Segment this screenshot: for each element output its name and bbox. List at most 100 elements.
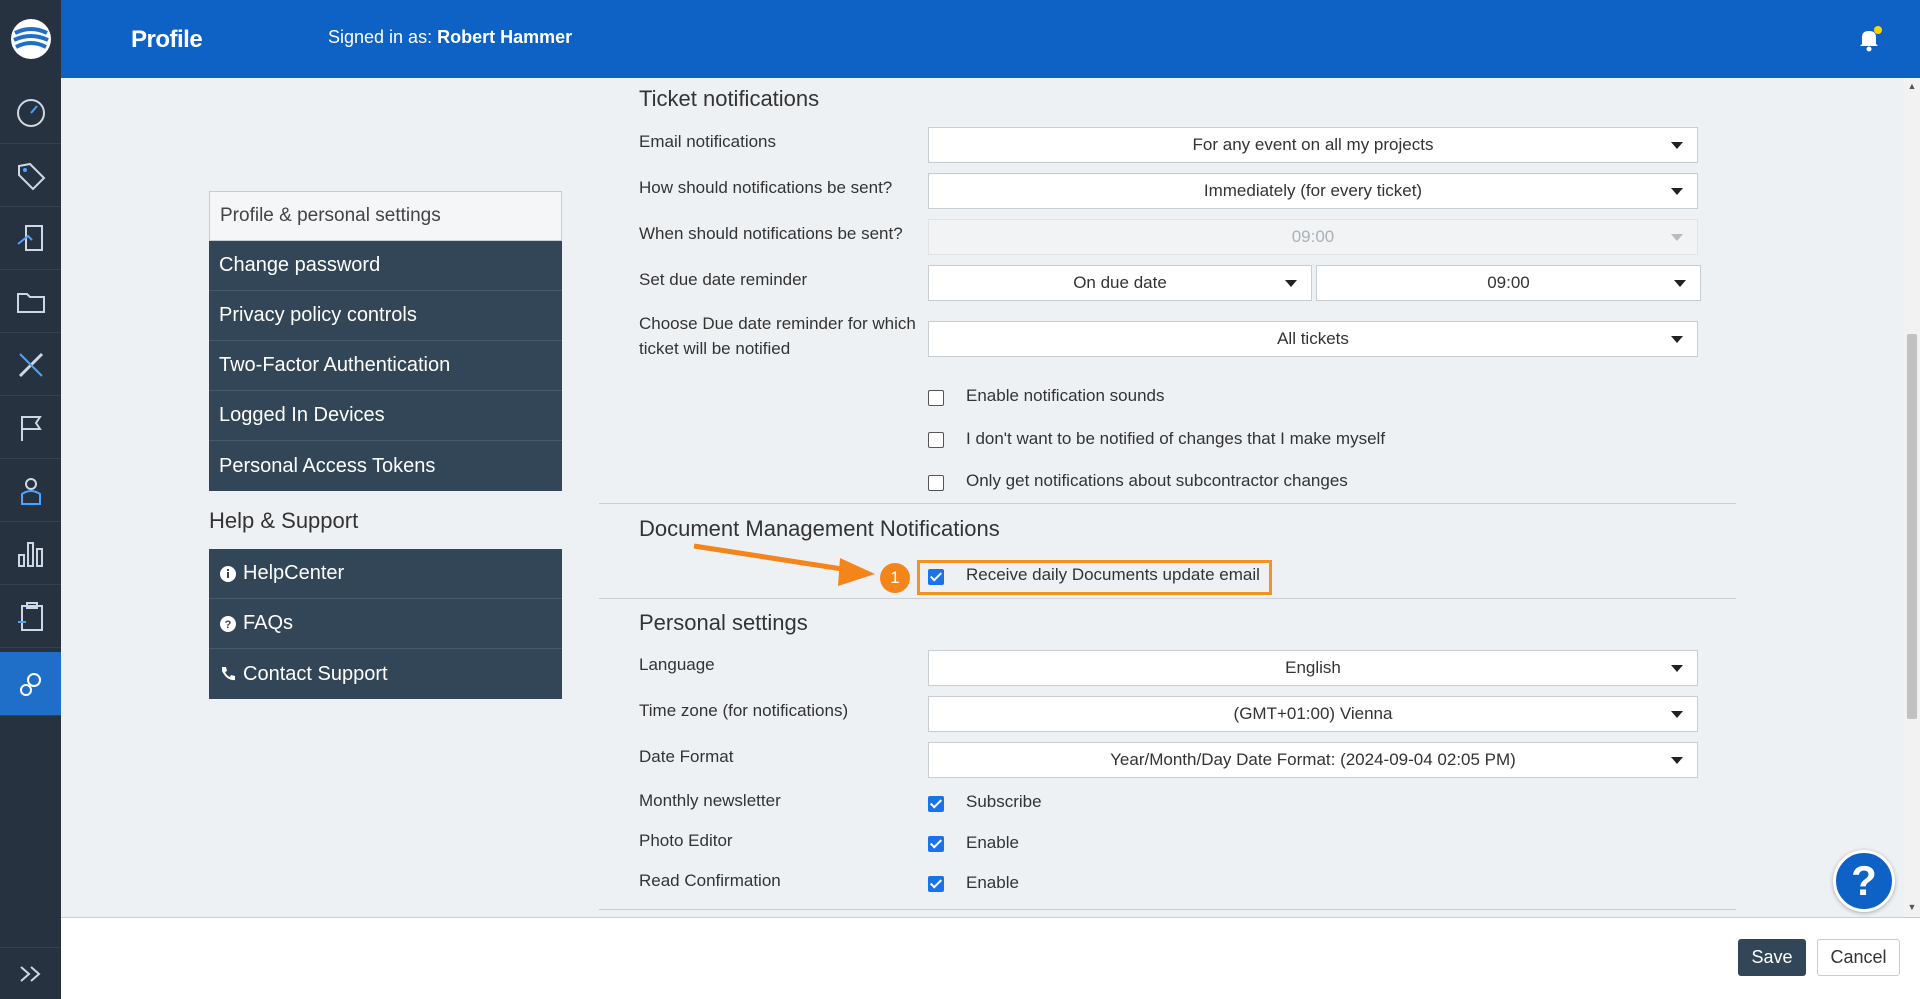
info-icon	[220, 565, 236, 582]
ticket-notifications-title: Ticket notifications	[639, 86, 820, 111]
caret-down-icon	[1285, 280, 1297, 287]
photo-editor-label: Photo Editor	[639, 831, 733, 850]
notification-sounds-checkbox[interactable]	[928, 390, 944, 406]
help-question-button[interactable]: ?	[1833, 850, 1895, 912]
scroll-up-icon[interactable]: ▲	[1907, 81, 1917, 91]
signed-in-user: Robert Hammer	[437, 27, 573, 47]
select-value: For any event on all my projects	[1192, 135, 1434, 154]
menu-item-access-tokens[interactable]: Personal Access Tokens	[209, 441, 562, 491]
select-value: (GMT+01:00) Vienna	[1233, 704, 1393, 723]
when-sent-label: When should notifications be sent?	[639, 224, 903, 243]
daily-documents-email-label: Receive daily Documents update email	[966, 565, 1260, 584]
choose-reminder-label-line2: ticket will be notified	[639, 339, 791, 358]
language-label: Language	[639, 655, 715, 674]
scroll-thumb[interactable]	[1907, 334, 1917, 719]
select-value: Immediately (for every ticket)	[1203, 181, 1423, 200]
menu-item-faqs[interactable]: ? FAQs	[209, 599, 562, 649]
save-button[interactable]: Save	[1738, 939, 1806, 976]
caret-down-icon	[1671, 336, 1683, 343]
menu-item-two-factor[interactable]: Two-Factor Authentication	[209, 341, 562, 391]
notification-bell-icon[interactable]	[1854, 24, 1884, 54]
email-notifications-select[interactable]: For any event on all my projects	[928, 127, 1698, 163]
section-divider	[599, 503, 1736, 504]
newsletter-label: Monthly newsletter	[639, 791, 781, 810]
content-scrollbar[interactable]: ▲ ▼	[1904, 78, 1920, 917]
timezone-label: Time zone (for notifications)	[639, 701, 849, 720]
notification-sounds-label: Enable notification sounds	[966, 386, 1165, 405]
scroll-down-icon[interactable]: ▼	[1907, 902, 1917, 912]
settings-icon[interactable]	[0, 652, 61, 716]
tools-icon[interactable]	[0, 334, 61, 396]
tag-icon[interactable]	[0, 145, 61, 207]
caret-down-icon	[1671, 142, 1683, 149]
caret-down-icon	[1671, 711, 1683, 718]
how-sent-select[interactable]: Immediately (for every ticket)	[928, 173, 1698, 209]
no-self-notify-label: I don't want to be notified of changes t…	[966, 429, 1386, 448]
select-value: All tickets	[1277, 329, 1349, 348]
email-notifications-label: Email notifications	[639, 132, 777, 151]
plans-icon[interactable]	[0, 208, 61, 270]
menu-item-label: Contact Support	[243, 662, 388, 685]
menu-item-label: FAQs	[243, 612, 294, 634]
timezone-select[interactable]: (GMT+01:00) Vienna	[928, 696, 1698, 732]
personal-settings-title: Personal settings	[639, 610, 808, 635]
choose-reminder-label: Choose Due date reminder for which ticke…	[639, 311, 916, 361]
caret-down-icon	[1671, 234, 1683, 241]
svg-text:?: ?	[225, 619, 232, 631]
help-support-menu: HelpCenter ? FAQs Contact Support	[209, 549, 562, 699]
date-format-select[interactable]: Year/Month/Day Date Format: (2024-09-04 …	[928, 742, 1698, 778]
menu-item-label: Logged In Devices	[219, 404, 385, 426]
select-value: 09:00	[1487, 273, 1530, 292]
signed-in-info: Signed in as: Robert Hammer	[328, 27, 572, 48]
top-header: Profile Signed in as: Robert Hammer	[61, 0, 1920, 78]
menu-item-helpcenter[interactable]: HelpCenter	[209, 549, 562, 599]
select-value: 09:00	[1291, 227, 1335, 246]
choose-reminder-label-line1: Choose Due date reminder for which	[639, 314, 916, 333]
menu-item-contact-support[interactable]: Contact Support	[209, 649, 562, 699]
caret-down-icon	[1674, 280, 1686, 287]
photo-editor-option-label: Enable	[966, 833, 1019, 852]
daily-documents-email-checkbox[interactable]	[928, 569, 944, 585]
help-support-title: Help & Support	[209, 508, 359, 533]
subcontractor-only-checkbox[interactable]	[928, 475, 944, 491]
footer-bar	[61, 917, 1920, 999]
due-date-reminder-select[interactable]: On due date	[928, 265, 1312, 301]
read-confirmation-checkbox[interactable]	[928, 876, 944, 892]
clipboard-icon[interactable]	[0, 586, 61, 648]
choose-reminder-select[interactable]: All tickets	[928, 321, 1698, 357]
menu-header-profile[interactable]: Profile & personal settings	[209, 191, 562, 241]
flag-icon[interactable]	[0, 397, 61, 459]
select-value: English	[1285, 658, 1341, 677]
question-icon: ?	[220, 615, 236, 632]
photo-editor-checkbox[interactable]	[928, 836, 944, 852]
due-date-reminder-label: Set due date reminder	[639, 270, 808, 289]
menu-item-privacy-policy[interactable]: Privacy policy controls	[209, 291, 562, 341]
folder-icon[interactable]	[0, 271, 61, 333]
expand-sidebar-icon[interactable]	[0, 947, 61, 999]
section-divider	[599, 909, 1736, 910]
when-sent-select: 09:00	[928, 219, 1698, 255]
section-divider	[599, 598, 1736, 599]
callout-arrow-icon	[693, 543, 875, 586]
caret-down-icon	[1671, 188, 1683, 195]
signed-in-prefix: Signed in as:	[328, 27, 433, 47]
newsletter-checkbox[interactable]	[928, 796, 944, 812]
due-date-reminder-time-select[interactable]: 09:00	[1316, 265, 1701, 301]
menu-item-label: Two-Factor Authentication	[219, 354, 451, 376]
menu-item-label: Privacy policy controls	[219, 304, 417, 326]
logo-icon[interactable]	[0, 0, 61, 78]
select-value: On due date	[1073, 273, 1167, 292]
select-value: Year/Month/Day Date Format: (2024-09-04 …	[1110, 750, 1516, 769]
menu-item-label: Personal Access Tokens	[219, 454, 436, 477]
menu-item-logged-in-devices[interactable]: Logged In Devices	[209, 391, 562, 441]
left-navigation-rail	[0, 0, 61, 999]
person-icon[interactable]	[0, 460, 61, 522]
read-confirmation-label: Read Confirmation	[639, 871, 781, 890]
dashboard-icon[interactable]	[0, 82, 61, 144]
cancel-button[interactable]: Cancel	[1817, 939, 1900, 976]
menu-item-change-password[interactable]: Change password	[209, 241, 562, 291]
chart-icon[interactable]	[0, 523, 61, 585]
callout-badge: 1	[880, 563, 910, 593]
no-self-notify-checkbox[interactable]	[928, 432, 944, 448]
language-select[interactable]: English	[928, 650, 1698, 686]
